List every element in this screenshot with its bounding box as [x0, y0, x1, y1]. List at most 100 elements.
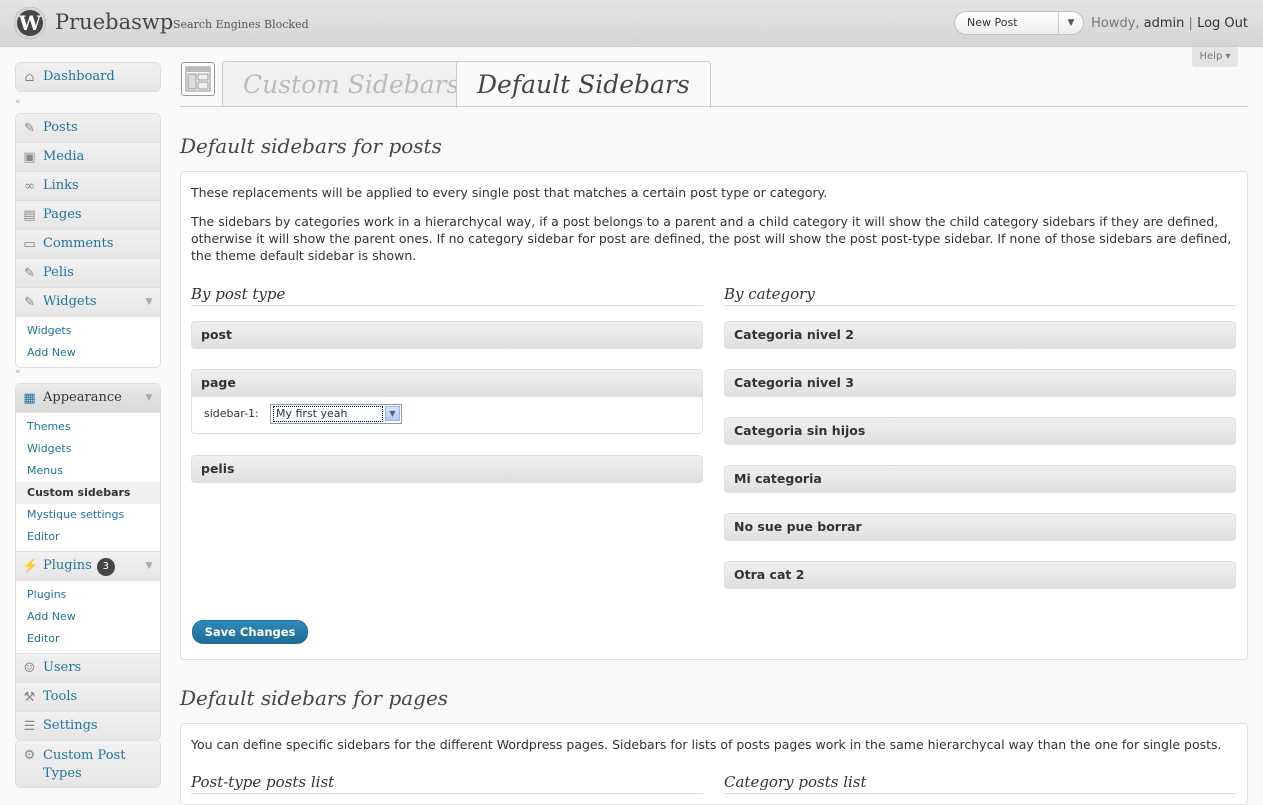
submenu-item[interactable]: Add New [16, 606, 160, 628]
submenu-item[interactable]: Editor [16, 628, 160, 650]
pages-section-title: Default sidebars for pages [180, 686, 449, 710]
search-engines-blocked-notice[interactable]: Search Engines Blocked [173, 18, 309, 31]
tab-divider [180, 106, 1248, 107]
post-type-box[interactable]: pelis [191, 455, 703, 483]
pages-description: You can define specific sidebars for the… [191, 737, 1222, 752]
menu-group-cpt: ⚙ Custom Post Types [15, 740, 161, 788]
menu-plugins-label: Plugins [43, 558, 92, 573]
category-box[interactable]: Categoria nivel 3 [724, 369, 1236, 397]
category-label: Categoria nivel 2 [734, 327, 854, 342]
sidebar-select-value: My first yeah [273, 406, 383, 422]
menu-settings-label: Settings [43, 718, 98, 733]
post-type-box-header[interactable] [192, 370, 702, 397]
menu-tools-label: Tools [43, 689, 78, 704]
tab-default-sidebars[interactable]: Default Sidebars [456, 61, 711, 108]
category-box[interactable]: Categoria sin hijos [724, 417, 1236, 445]
plugin-icon: ⚡ [22, 559, 39, 574]
admin-header: W Pruebaswp Search Engines Blocked New P… [0, 0, 1263, 47]
menu-collapse-arrow-icon[interactable]: « [15, 98, 159, 107]
sidebar-select[interactable]: My first yeah ▼ [270, 404, 402, 424]
submenu-item[interactable]: Widgets [16, 320, 160, 342]
pages-icon: ▤ [23, 208, 36, 223]
menu-collapse-arrow-icon[interactable]: « [15, 368, 159, 377]
menu-comments[interactable]: ▭ Comments [16, 230, 160, 259]
chevron-down-icon[interactable]: ▼ [385, 406, 400, 421]
submenu-item[interactable]: Add New [16, 342, 160, 364]
category-list-heading: Category posts list [724, 773, 1236, 794]
category-box[interactable]: No sue pue borrar [724, 513, 1236, 541]
post-type-box-expanded[interactable]: page sidebar-1: My first yeah ▼ [191, 369, 703, 434]
site-title[interactable]: Pruebaswp [55, 10, 173, 34]
by-post-type-heading: By post type [191, 285, 703, 306]
pushpin-icon: ✎ [24, 266, 35, 281]
plugin-update-count: 3 [96, 558, 115, 576]
appearance-screen-icon [181, 62, 215, 96]
widgets-submenu: Widgets Add New [16, 317, 160, 367]
posts-description-1: These replacements will be applied to ev… [191, 185, 828, 200]
menu-plugins[interactable]: ⚡ Plugins 3 ▼ [16, 551, 160, 581]
settings-icon: ☰ [23, 719, 36, 734]
submenu-item-current[interactable]: Custom sidebars [16, 482, 160, 504]
menu-posts[interactable]: ✎ Posts [16, 114, 160, 143]
pushpin-icon: ✎ [24, 295, 35, 310]
menu-tools[interactable]: ⚒ Tools [16, 683, 160, 712]
pages-section-panel: You can define specific sidebars for the… [180, 723, 1248, 805]
category-label: Categoria nivel 3 [734, 375, 854, 390]
submenu-toggle-icon[interactable]: ▼ [138, 552, 160, 580]
menu-group-admin: ▦ Appearance ▼ Themes Widgets Menus Custom… [15, 383, 161, 741]
category-label: No sue pue borrar [734, 519, 862, 534]
new-post-link[interactable]: New Post [967, 16, 1018, 29]
submenu-item[interactable]: Plugins [16, 584, 160, 606]
post-type-label: post [201, 327, 232, 342]
submenu-item[interactable]: Menus [16, 460, 160, 482]
menu-links[interactable]: ∞ Links [16, 172, 160, 201]
appearance-icon: ▦ [23, 391, 36, 406]
logout-link[interactable]: Log Out [1197, 16, 1248, 31]
category-label: Otra cat 2 [734, 567, 805, 582]
dropdown-arrow-icon[interactable]: ▼ [1058, 12, 1083, 34]
help-button[interactable]: Help ▾ [1192, 47, 1238, 67]
username-link[interactable]: admin [1144, 16, 1185, 31]
plugins-submenu: Plugins Add New Editor [16, 581, 160, 653]
menu-pages[interactable]: ▤ Pages [16, 201, 160, 230]
menu-custom-post-types-label: Custom Post Types [43, 748, 126, 781]
wordpress-logo-icon[interactable]: W [14, 7, 46, 39]
submenu-item[interactable]: Widgets [16, 438, 160, 460]
comment-icon: ▭ [23, 237, 36, 252]
post-type-label: pelis [201, 461, 235, 476]
by-category-heading: By category [724, 285, 1236, 306]
category-box[interactable]: Categoria nivel 2 [724, 321, 1236, 349]
menu-media[interactable]: ▣ Media [16, 143, 160, 172]
gear-icon: ⚙ [23, 748, 36, 763]
menu-group-dashboard: ⌂ Dashboard [15, 62, 161, 92]
tab-custom-sidebars[interactable]: Custom Sidebars [222, 61, 481, 107]
post-type-list-heading: Post-type posts list [191, 773, 703, 794]
favorite-actions-dropdown[interactable]: New Post ▼ [954, 11, 1084, 35]
submenu-item[interactable]: Editor [16, 526, 160, 548]
menu-users[interactable]: ☺ Users [16, 653, 160, 683]
pushpin-icon: ✎ [24, 121, 35, 136]
post-type-box[interactable]: post [191, 321, 703, 349]
link-icon: ∞ [24, 179, 35, 194]
category-box[interactable]: Mi categoria [724, 465, 1236, 493]
menu-widgets[interactable]: ✎ Widgets ▼ [16, 288, 160, 317]
menu-dashboard-label: Dashboard [43, 69, 115, 84]
menu-group-content: ✎ Posts ▣ Media ∞ Links ▤ Pages ▭ Comments ✎ P… [15, 113, 161, 368]
submenu-item[interactable]: Mystique settings [16, 504, 160, 526]
menu-pelis[interactable]: ✎ Pelis [16, 259, 160, 288]
separator: | [1188, 16, 1193, 31]
submenu-item[interactable]: Themes [16, 416, 160, 438]
menu-custom-post-types[interactable]: ⚙ Custom Post Types [16, 741, 160, 787]
menu-dashboard[interactable]: ⌂ Dashboard [16, 63, 160, 91]
submenu-toggle-icon[interactable]: ▼ [138, 288, 160, 316]
save-changes-button[interactable]: Save Changes [192, 620, 308, 644]
howdy-text: Howdy, [1091, 16, 1140, 31]
menu-links-label: Links [43, 178, 79, 193]
category-box[interactable]: Otra cat 2 [724, 561, 1236, 589]
submenu-toggle-icon[interactable]: ▼ [138, 384, 160, 412]
menu-appearance[interactable]: ▦ Appearance ▼ [16, 384, 160, 413]
menu-media-label: Media [43, 149, 85, 164]
menu-settings[interactable]: ☰ Settings [16, 712, 160, 740]
menu-widgets-label: Widgets [43, 294, 97, 309]
appearance-submenu: Themes Widgets Menus Custom sidebars Mys… [16, 413, 160, 551]
